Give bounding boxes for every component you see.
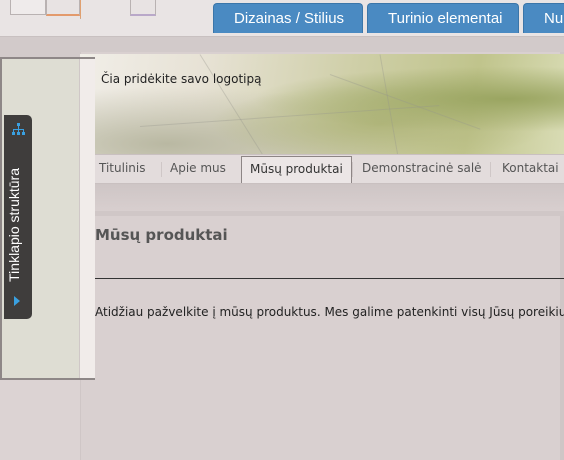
header-decor-line xyxy=(379,54,404,154)
site-header: Čia pridėkite savo logotipą xyxy=(80,54,564,154)
nav-item-home[interactable]: Titulinis xyxy=(99,155,145,183)
toolbar-stub[interactable] xyxy=(10,0,46,15)
header-decor-line xyxy=(199,54,265,154)
toolbar-divider xyxy=(80,0,81,19)
tab-content-elements[interactable]: Turinio elementai xyxy=(367,3,519,33)
toolbar-stub[interactable] xyxy=(46,0,80,16)
nav-item-about[interactable]: Apie mus xyxy=(170,155,226,183)
nav-item-products[interactable]: Mūsų produktai xyxy=(241,156,352,183)
tab-design-style[interactable]: Dizainas / Stilius xyxy=(213,3,363,33)
site-nav: Titulinis Apie mus Mūsų produktai Demons… xyxy=(80,154,564,184)
nav-separator xyxy=(161,162,162,177)
content-band xyxy=(80,211,564,216)
panel-inner-edge xyxy=(79,59,95,378)
toolbar-stub[interactable] xyxy=(130,0,156,16)
header-decor-line xyxy=(329,74,481,130)
sitemap-label[interactable]: Tinklapio struktūra xyxy=(6,168,26,282)
expand-arrow-icon[interactable] xyxy=(14,296,20,306)
content-text[interactable]: Atidžiau pažvelkite į mūsų produktus. Me… xyxy=(95,305,564,319)
nav-separator xyxy=(490,162,491,177)
nav-separator xyxy=(352,162,353,177)
header-decor-line xyxy=(139,105,440,127)
editor-toolbar: Dizainas / Stilius Turinio elementai Nu xyxy=(0,0,564,37)
sitemap-icon[interactable] xyxy=(12,123,25,137)
title-divider xyxy=(95,278,564,279)
nav-item-showroom[interactable]: Demonstracinė salė xyxy=(362,155,482,183)
tab-settings[interactable]: Nu xyxy=(523,3,564,33)
logo-placeholder[interactable]: Čia pridėkite savo logotipą xyxy=(101,72,261,86)
content-text-value: Atidžiau pažvelkite į mūsų produktus. Me… xyxy=(95,305,564,319)
content-top-shadow xyxy=(80,184,564,214)
page-title[interactable]: Mūsų produktai xyxy=(95,226,228,244)
nav-item-contacts[interactable]: Kontaktai xyxy=(502,155,559,183)
